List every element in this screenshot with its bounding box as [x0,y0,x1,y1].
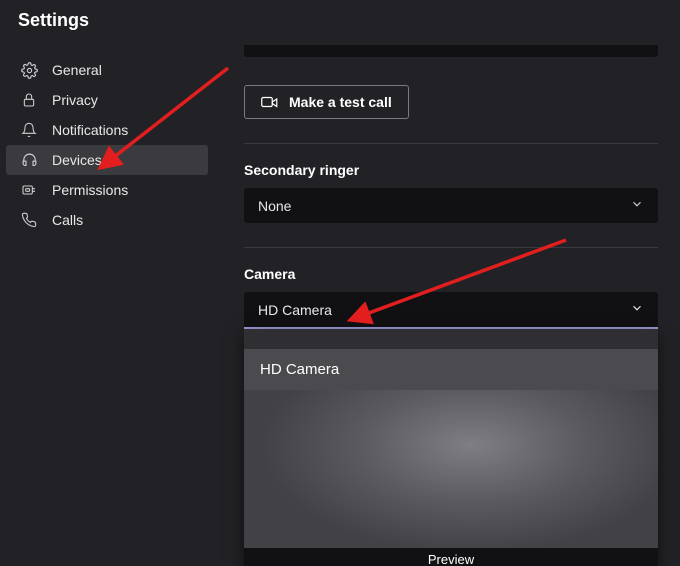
select-value: None [258,198,291,214]
sidebar-item-general[interactable]: General [6,55,208,85]
camera-label: Camera [244,266,658,282]
sidebar-item-label: Privacy [52,92,98,108]
secondary-ringer-label: Secondary ringer [244,162,658,178]
divider [244,143,658,144]
preview-label: Preview [244,548,658,566]
sidebar-item-calls[interactable]: Calls [6,205,208,235]
chevron-down-icon [630,197,644,214]
sidebar-item-notifications[interactable]: Notifications [6,115,208,145]
camera-dropdown: HD Camera Preview [244,329,658,566]
prior-select-bottom[interactable] [244,45,658,57]
bell-icon [20,121,38,139]
divider [244,247,658,248]
sidebar-item-label: Notifications [52,122,128,138]
secondary-ringer-select[interactable]: None [244,188,658,223]
key-icon [20,181,38,199]
sidebar-item-label: Devices [52,152,102,168]
phone-icon [20,211,38,229]
chevron-down-icon [630,301,644,318]
sidebar-item-privacy[interactable]: Privacy [6,85,208,115]
page-title: Settings [0,0,680,45]
camera-option[interactable]: HD Camera [244,349,658,390]
sidebar-item-label: General [52,62,102,78]
camera-preview [244,390,658,548]
gear-icon [20,61,38,79]
sidebar-item-label: Calls [52,212,83,228]
sidebar: General Privacy Notifications Devices [0,45,208,566]
camera-select[interactable]: HD Camera [244,292,658,329]
make-test-call-button[interactable]: Make a test call [244,85,409,119]
sidebar-item-permissions[interactable]: Permissions [6,175,208,205]
main-panel: Make a test call Secondary ringer None C… [208,45,680,566]
headset-icon [20,151,38,169]
sidebar-item-label: Permissions [52,182,128,198]
lock-icon [20,91,38,109]
select-value: HD Camera [258,302,332,318]
sidebar-item-devices[interactable]: Devices [6,145,208,175]
video-call-icon [261,95,279,109]
button-label: Make a test call [289,94,392,110]
